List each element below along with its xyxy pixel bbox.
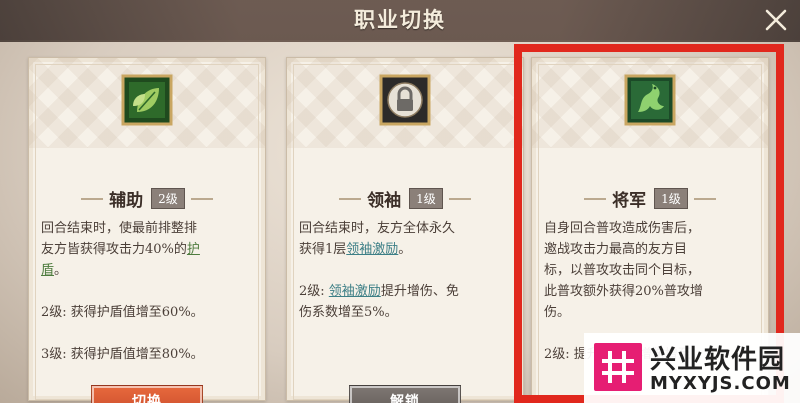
card-name-row: 辅助 2级 — [29, 186, 265, 212]
divider — [190, 197, 213, 200]
class-card-leader[interactable]: 领袖 1级 回合结束时，友方全体永久 获得1层领袖激励。 2级: 领袖激励提升增伤… — [286, 57, 524, 403]
leader-buff-link[interactable]: 领袖激励 — [329, 284, 381, 299]
shield-link[interactable]: 护 — [187, 242, 200, 257]
level-badge: 1级 — [654, 188, 688, 209]
close-icon[interactable] — [762, 6, 790, 34]
watermark-url: MYXYJS.COM — [650, 373, 791, 394]
lock-icon — [379, 74, 431, 126]
class-name: 领袖 — [367, 191, 402, 211]
leaf-icon — [121, 74, 173, 126]
watermark-title: 兴业软件园 — [650, 345, 786, 375]
text-line: 标，以普攻攻击同个目标， — [544, 263, 701, 278]
leader-buff-link[interactable]: 领袖激励 — [346, 242, 398, 257]
text-line: 回合结束时，友方全体永久 — [299, 221, 456, 236]
unlock-button[interactable]: 解锁 — [349, 385, 461, 403]
text-line: 伤。 — [544, 305, 571, 320]
shield-link[interactable]: 盾 — [41, 263, 54, 278]
level-3-desc: 3级: 获得护盾值增至80%。 — [41, 347, 204, 362]
text-line: 获得1层 — [299, 242, 347, 257]
text-line: 友方皆获得攻击力40%的 — [41, 242, 187, 257]
class-card-support[interactable]: 辅助 2级 回合结束时，使最前排整排 友方皆获得攻击力40%的护 盾。 2级: 获… — [28, 57, 266, 403]
text-line: 邀战攻击力最高的友方目 — [544, 242, 688, 257]
watermark: 兴业软件园 MYXYJS.COM — [584, 333, 800, 403]
text-punct: 。 — [54, 263, 68, 278]
divider — [584, 197, 607, 200]
level-badge: 1级 — [409, 188, 443, 209]
divider — [81, 197, 104, 200]
description-main: 自身回合普攻造成伤害后， 邀战攻击力最高的友方目 标，以普攻攻击同个目标， 此普… — [544, 218, 758, 323]
dialog-header: 职业切换 — [0, 0, 800, 42]
class-name: 辅助 — [109, 191, 144, 211]
text-line: 此普攻额外获得20%普攻增 — [544, 284, 703, 299]
dragon-icon — [624, 74, 676, 126]
divider — [693, 197, 716, 200]
text-line: 自身回合普攻造成伤害后， — [544, 221, 701, 236]
divider — [339, 197, 362, 200]
level-badge: 2级 — [151, 188, 185, 209]
text-line: 伤系数增至5%。 — [299, 305, 398, 320]
card-name-row: 领袖 1级 — [287, 186, 523, 212]
description-main: 回合结束时，友方全体永久 获得1层领袖激励。 — [299, 218, 513, 260]
card-name-row: 将军 1级 — [532, 186, 768, 212]
dialog-title: 职业切换 — [354, 7, 446, 32]
description-main: 回合结束时，使最前排整排 友方皆获得攻击力40%的护 盾。 — [41, 218, 255, 281]
class-description: 回合结束时，友方全体永久 获得1层领袖激励。 2级: 领袖激励提升增伤、免 伤系… — [299, 218, 513, 323]
class-name: 将军 — [612, 191, 647, 211]
text-punct: 。 — [398, 242, 412, 257]
class-description: 回合结束时，使最前排整排 友方皆获得攻击力40%的护 盾。 2级: 获得护盾值增… — [41, 218, 255, 365]
level-2-desc: 2级: 获得护盾值增至60%。 — [41, 305, 204, 320]
divider — [448, 197, 471, 200]
level-2-desc: 2级: 领袖激励提升增伤、免 伤系数增至5%。 — [299, 281, 513, 323]
text-line: 2级: — [299, 284, 329, 299]
text-line: 回合结束时，使最前排整排 — [41, 221, 198, 236]
hash-logo-icon — [594, 343, 642, 391]
text-line: 提升增伤、免 — [380, 284, 459, 299]
switch-button[interactable]: 切换 — [91, 385, 203, 403]
